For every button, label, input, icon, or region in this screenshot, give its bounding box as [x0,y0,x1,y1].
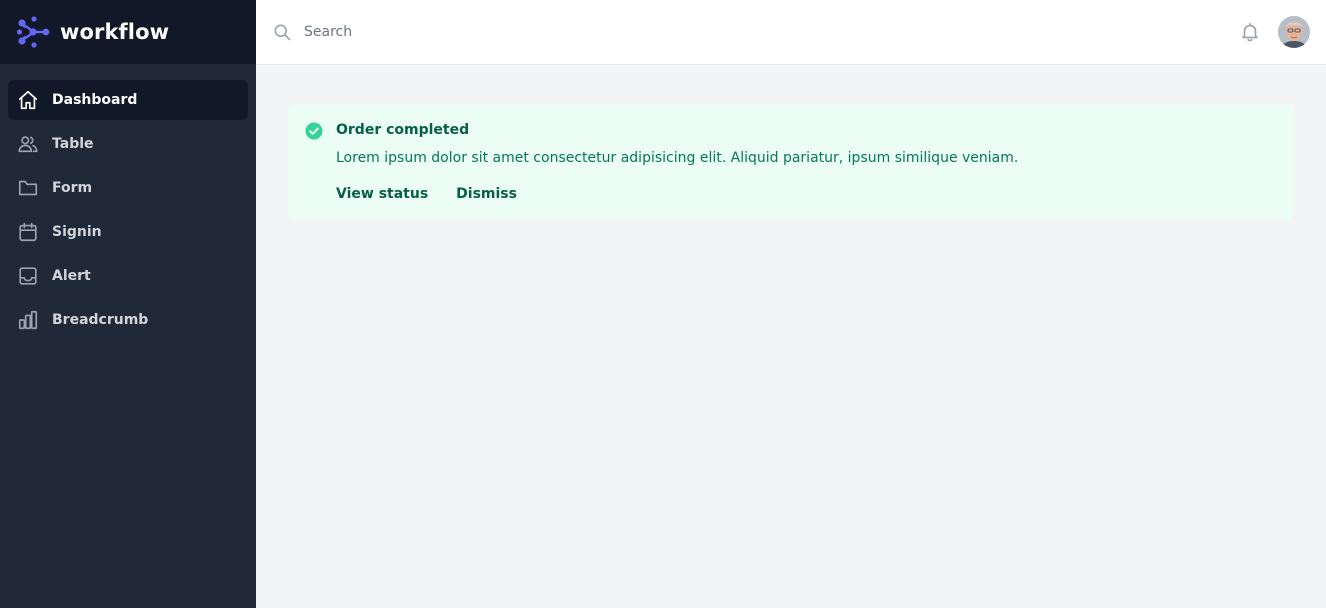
sidebar-item-label: Dashboard [52,92,138,108]
sidebar-nav: Dashboard Table Form Signin Alert Breadc… [0,64,256,340]
sidebar-item-form[interactable]: Form [8,168,248,208]
sidebar-item-label: Signin [52,224,102,240]
sidebar-item-label: Alert [52,268,91,284]
sidebar-item-alert[interactable]: Alert [8,256,248,296]
main-content: Order completed Lorem ipsum dolor sit am… [256,65,1326,608]
brand: workflow [0,0,256,64]
users-icon [17,133,39,155]
sidebar-item-breadcrumb[interactable]: Breadcrumb [8,300,248,340]
sidebar-item-signin[interactable]: Signin [8,212,248,252]
dismiss-button[interactable]: Dismiss [456,184,517,204]
sidebar-item-label: Table [52,136,94,152]
sidebar-item-dashboard[interactable]: Dashboard [8,80,248,120]
alert-body: Order completed Lorem ipsum dolor sit am… [336,120,1018,204]
alert-actions: View status Dismiss [336,184,1018,204]
alert-description: Lorem ipsum dolor sit amet consectetur a… [336,150,1019,166]
top-bar [256,0,1326,65]
search-bar [256,0,1238,64]
inbox-icon [17,265,39,287]
alert-title: Order completed [336,122,470,138]
check-circle-icon [304,121,324,141]
top-right-actions [1238,16,1326,48]
sidebar-item-label: Form [52,180,93,196]
home-icon [17,89,39,111]
search-icon [272,22,292,42]
workflow-logo[interactable] [16,15,50,49]
folder-icon [17,177,39,199]
search-input[interactable] [304,17,704,47]
user-avatar[interactable] [1278,16,1310,48]
sidebar-item-label: Breadcrumb [52,312,149,328]
chart-bar-icon [17,309,39,331]
bell-icon[interactable] [1238,20,1262,44]
view-status-button[interactable]: View status [336,184,428,204]
calendar-icon [17,221,39,243]
success-alert: Order completed Lorem ipsum dolor sit am… [288,104,1294,220]
sidebar-item-table[interactable]: Table [8,124,248,164]
brand-name: workflow [60,20,170,44]
sidebar: workflow Dashboard Table Form Signin Ale… [0,0,256,608]
